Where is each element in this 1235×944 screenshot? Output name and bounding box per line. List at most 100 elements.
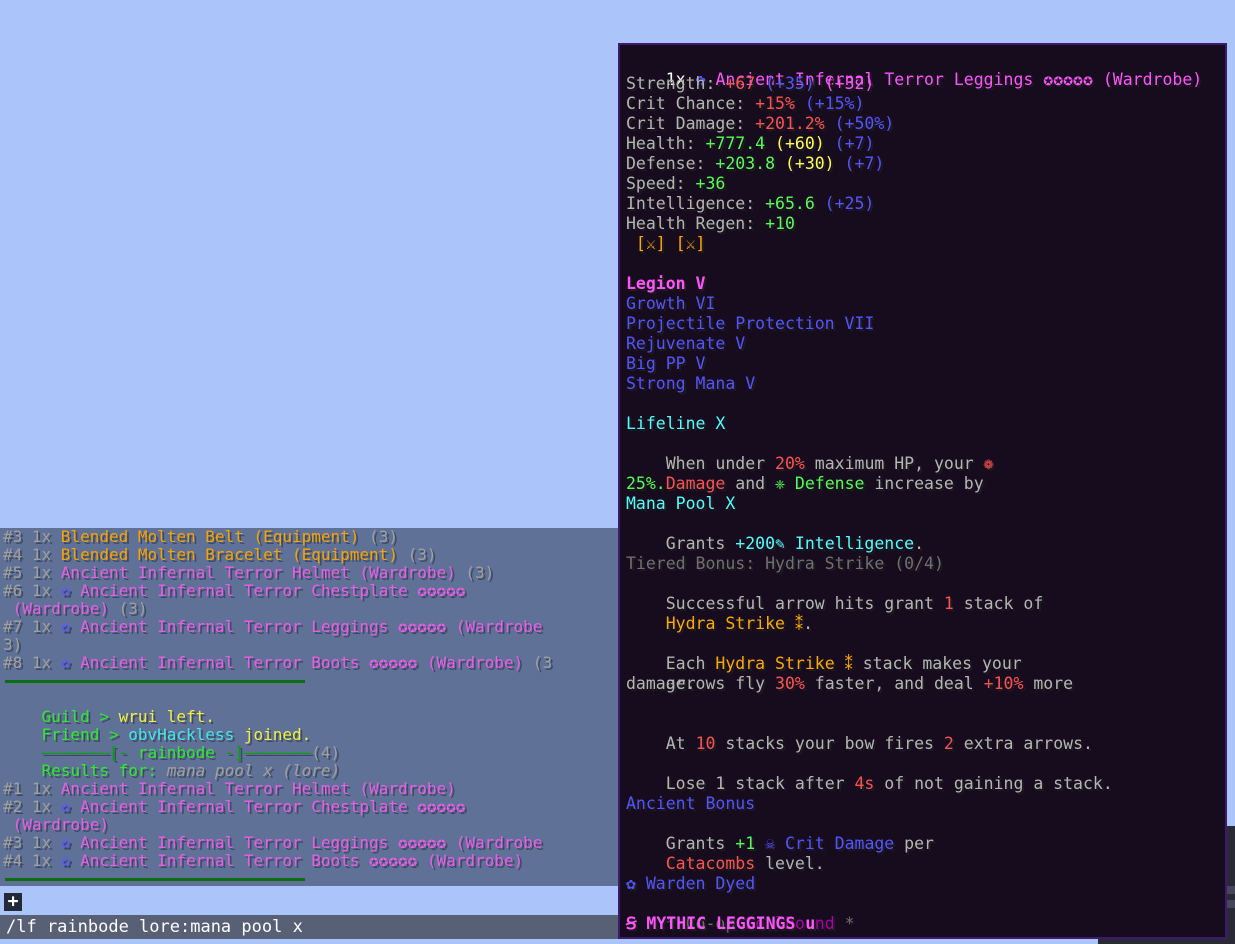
- chat-result-line[interactable]: #1 1x Ancient Infernal Terror Helmet (Wa…: [3, 780, 456, 798]
- stat-value: +65.6: [765, 194, 815, 213]
- stat-bonus: (+15%): [794, 94, 865, 113]
- enchant-line: Legion V: [626, 274, 706, 293]
- chat-item-name[interactable]: Ancient Infernal Terror Boots ✪✪✪✪✪ (War…: [80, 851, 523, 870]
- results-header: Results for: mana pool x (lore): [41, 761, 341, 780]
- chat-item-line[interactable]: #5 1x Ancient Infernal Terror Helmet (Wa…: [3, 564, 494, 582]
- chat-item-line[interactable]: #7 1x ✿ Ancient Infernal Terror Leggings…: [3, 618, 542, 636]
- chat-item-line[interactable]: 3): [3, 636, 22, 654]
- chat-item-name[interactable]: Ancient Infernal Terror Boots ✪✪✪✪✪ (War…: [80, 653, 523, 672]
- ancient-bonus-desc-2: Catacombs level.: [665, 854, 825, 873]
- lifeline-desc-2: Damage and ❈ Defense increase by: [665, 474, 984, 493]
- stat-bonus: (+60): [765, 134, 825, 153]
- chat-item-count: (3: [523, 653, 553, 672]
- chat-item-count: (3): [455, 563, 495, 582]
- flower-icon: ✿: [60, 617, 81, 636]
- stat-value: +10: [765, 214, 795, 233]
- tiered-bonus-title: Tiered Bonus: Hydra Strike (0/4): [626, 554, 944, 573]
- chat-item-index: #2 1x: [3, 797, 61, 816]
- ancient-bonus-desc-1: Grants +1 ☠ Crit Damage per: [665, 834, 934, 853]
- guild-message: Guild > wrui left.: [41, 707, 215, 726]
- chat-item-index: 3): [3, 635, 23, 654]
- damage-icon: ❁: [983, 454, 994, 473]
- stat-label: Defense:: [626, 154, 716, 173]
- hydra-each-line: Each Hydra Strike ⁑ stack makes your: [665, 654, 1022, 673]
- chat-item-index: #3 1x: [3, 528, 61, 546]
- stat-line: Speed: +36: [626, 174, 725, 194]
- stat-value: +36: [695, 174, 726, 193]
- stat-line: Health Regen: +10: [626, 214, 795, 234]
- stat-label: Crit Chance:: [626, 94, 756, 113]
- chat-separator-bottom: [5, 878, 305, 881]
- lifeline-title: Lifeline X: [626, 414, 726, 433]
- chat-panel: #3 1x Blended Molten Belt (Equipment) (3…: [0, 528, 625, 886]
- chat-item-line[interactable]: #6 1x ✿ Ancient Infernal Terror Chestpla…: [3, 582, 465, 600]
- enchant-line: Rejuvenate V: [626, 334, 746, 353]
- stat-bonus: (+35): [755, 74, 815, 93]
- lifeline-desc-1: When under 20% maximum HP, your ❁: [665, 454, 994, 473]
- stat-label: Speed:: [626, 174, 696, 193]
- stat-label: Health:: [626, 134, 706, 153]
- chat-item-count: (3): [108, 599, 148, 618]
- chat-item-count: (3): [397, 545, 437, 564]
- stat-line: Defense: +203.8 (+30) (+7): [626, 154, 884, 174]
- chat-input-field[interactable]: /lf rainbode lore:mana pool x: [0, 915, 625, 939]
- stat-label: Intelligence:: [626, 194, 766, 213]
- tiered-desc-2: Hydra Strike ⁑.: [665, 614, 814, 633]
- stat-bonus: (+25): [814, 194, 875, 213]
- rarity-line: Ꞩ MYTHIC LEGGINGS u: [626, 914, 816, 933]
- flower-icon: ✿: [60, 581, 81, 600]
- chat-item-index: #4 1x: [3, 851, 61, 870]
- chat-item-name[interactable]: Ancient Infernal Terror Chestplate ✪✪✪✪✪: [80, 581, 465, 600]
- dyed-line: ✿ Warden Dyed: [626, 874, 756, 893]
- enchant-line: Projectile Protection VII: [626, 314, 875, 333]
- chat-result-line[interactable]: #2 1x ✿ Ancient Infernal Terror Chestpla…: [3, 798, 465, 816]
- chat-item-name[interactable]: Ancient Infernal Terror Leggings ✪✪✪✪✪ (…: [80, 833, 542, 852]
- gem-slots: [⚔] [⚔]: [626, 234, 706, 253]
- enchant-line: Growth VI: [626, 294, 716, 313]
- chat-item-name[interactable]: (Wardrobe): [3, 599, 109, 618]
- stat-bonus: (+30): [775, 154, 835, 173]
- ancient-bonus-title: Ancient Bonus: [626, 794, 756, 813]
- chat-item-name[interactable]: Ancient Infernal Terror Helmet (Wardrobe…: [61, 779, 456, 798]
- stat-line: Health: +777.4 (+60) (+7): [626, 134, 874, 154]
- chat-item-name[interactable]: Blended Molten Bracelet (Equipment): [61, 545, 398, 564]
- stat-label: Health Regen:: [626, 214, 766, 233]
- chat-item-line[interactable]: #3 1x Blended Molten Belt (Equipment) (3…: [3, 528, 398, 546]
- hydra-at-line: At 10 stacks your bow fires 2 extra arro…: [665, 734, 1093, 753]
- chat-item-index: #5 1x: [3, 563, 61, 582]
- chat-item-count: (3): [359, 528, 398, 546]
- chat-result-line[interactable]: #4 1x ✿ Ancient Infernal Terror Boots ✪✪…: [3, 852, 523, 870]
- chat-item-line[interactable]: #8 1x ✿ Ancient Infernal Terror Boots ✪✪…: [3, 654, 552, 672]
- enchant-line: Big PP V: [626, 354, 706, 373]
- stat-bonus: (+7): [834, 154, 885, 173]
- manapool-title: Mana Pool X: [626, 494, 736, 513]
- chat-item-name[interactable]: Ancient Infernal Terror Chestplate ✪✪✪✪✪: [80, 797, 465, 816]
- chat-item-name[interactable]: Blended Molten Belt (Equipment): [61, 528, 360, 546]
- hydra-arrows-line: arrows fly 30% faster, and deal +10% mor…: [665, 674, 1074, 693]
- chat-item-index: #6 1x: [3, 581, 61, 600]
- chat-item-line[interactable]: #4 1x Blended Molten Bracelet (Equipment…: [3, 546, 436, 564]
- chat-item-name[interactable]: Ancient Infernal Terror Helmet (Wardrobe…: [61, 563, 456, 582]
- chat-item-name[interactable]: Ancient Infernal Terror Leggings ✪✪✪✪✪ (…: [80, 617, 542, 636]
- stat-value: +201.2%: [755, 114, 825, 133]
- chat-item-line[interactable]: (Wardrobe) (3): [3, 600, 148, 618]
- flower-icon: ✿: [60, 653, 81, 672]
- stat-bonus: (+32): [814, 74, 875, 93]
- chat-expand-button[interactable]: +: [4, 893, 22, 911]
- chat-result-line[interactable]: (Wardrobe): [3, 816, 109, 834]
- rainbode-header: ———————[- rainbode -]———————(4): [41, 743, 341, 762]
- lifeline-desc-3: 25%.: [626, 474, 666, 493]
- chat-result-line[interactable]: #3 1x ✿ Ancient Infernal Terror Leggings…: [3, 834, 542, 852]
- friend-message: Friend > obvHackless joined.: [41, 725, 312, 744]
- hydra-damage-line: damage.: [626, 674, 696, 693]
- flower-icon: ✿: [60, 851, 81, 870]
- chat-item-index: #8 1x: [3, 653, 61, 672]
- stat-label: Strength:: [626, 74, 726, 93]
- chat-item-name[interactable]: (Wardrobe): [3, 815, 109, 834]
- manapool-desc: Grants +200✎ Intelligence.: [665, 534, 925, 553]
- stat-line: Intelligence: +65.6 (+25): [626, 194, 874, 214]
- coop-soulbound-line: * Co-op Soulbound *: [665, 914, 855, 933]
- chat-separator: [5, 680, 305, 683]
- stat-line: Crit Chance: +15% (+15%): [626, 94, 864, 114]
- stat-value: +67: [725, 74, 756, 93]
